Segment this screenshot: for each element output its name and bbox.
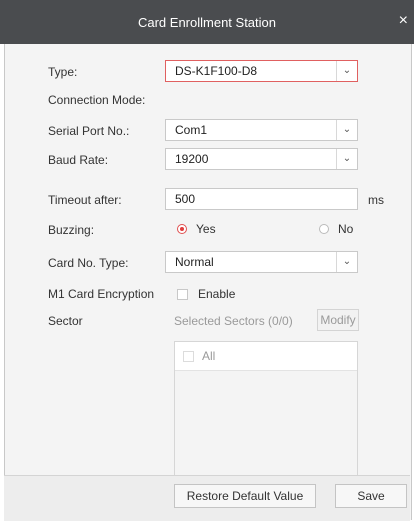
restore-default-button[interactable]: Restore Default Value [174,484,316,508]
card-no-type-label: Card No. Type: [48,256,129,270]
buzzing-label: Buzzing: [48,223,95,237]
m1-encryption-label: M1 Card Encryption [48,287,155,301]
chevron-down-icon[interactable]: ⌄ [336,120,357,140]
serial-port-value: Com1 [175,123,208,137]
sector-label: Sector [48,314,83,328]
title-bar: Card Enrollment Station × [0,0,414,44]
checkbox-icon[interactable] [177,288,188,300]
sector-list-header: All [175,342,357,371]
checkbox-icon[interactable] [183,350,194,362]
selected-sectors-text: Selected Sectors (0/0) [174,314,293,328]
serial-port-label: Serial Port No.: [48,124,130,138]
baud-rate-label: Baud Rate: [48,153,109,167]
modify-label: Modify [320,313,356,327]
buzzing-no-label: No [338,222,354,236]
connection-mode-label: Connection Mode: [48,93,146,107]
serial-port-select[interactable]: Com1 ⌄ [165,119,358,141]
chevron-down-icon[interactable]: ⌄ [336,149,357,169]
sector-all-label: All [202,349,216,363]
buzzing-no-radio[interactable]: No [319,222,353,236]
save-label: Save [357,489,385,503]
restore-default-label: Restore Default Value [186,489,304,503]
buzzing-yes-label: Yes [196,222,216,236]
timeout-unit: ms [368,193,384,207]
timeout-label: Timeout after: [48,193,122,207]
modify-button[interactable]: Modify [317,309,359,331]
radio-selected-icon[interactable] [177,224,187,234]
radio-unselected-icon[interactable] [319,224,329,234]
buzzing-yes-radio[interactable]: Yes [177,222,216,236]
type-label: Type: [48,65,78,79]
card-no-type-select[interactable]: Normal ⌄ [165,251,358,273]
baud-rate-select[interactable]: 19200 ⌄ [165,148,358,170]
type-value: DS-K1F100-D8 [175,64,258,78]
sector-list: All [174,341,358,479]
baud-rate-value: 19200 [175,152,209,166]
save-button[interactable]: Save [335,484,407,508]
type-select[interactable]: DS-K1F100-D8 ⌄ [165,60,358,82]
m1-encryption-enable-label: Enable [198,287,236,301]
close-icon[interactable]: × [399,12,408,30]
window-title: Card Enrollment Station [137,14,276,30]
m1-encryption-checkbox[interactable]: Enable [177,287,235,301]
timeout-input[interactable]: 500 [165,188,358,210]
card-no-type-value: Normal [175,255,214,269]
timeout-value: 500 [175,192,196,206]
chevron-down-icon[interactable]: ⌄ [336,61,357,81]
chevron-down-icon[interactable]: ⌄ [336,252,357,272]
